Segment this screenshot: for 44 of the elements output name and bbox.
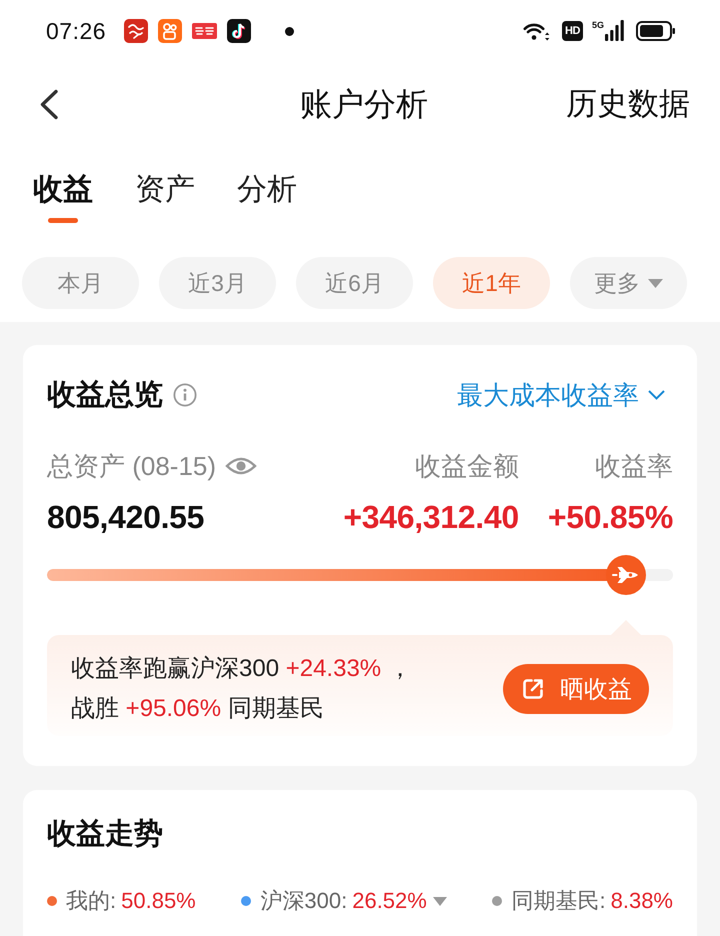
share-profit-button[interactable]: 晒收益 xyxy=(503,664,649,714)
legend-label: 同期基民: xyxy=(511,887,606,915)
period-chip[interactable]: 近3月 xyxy=(159,257,276,309)
stat-value: 805,420.55 xyxy=(47,498,206,536)
wifi-icon xyxy=(522,21,550,41)
metric-dropdown[interactable]: 最大成本收益率 xyxy=(457,378,665,412)
status-time: 07:26 xyxy=(46,18,106,44)
back-icon[interactable] xyxy=(38,88,59,120)
stat-label: 收益金额 xyxy=(414,451,519,481)
eye-icon[interactable] xyxy=(225,455,258,477)
card-title: 收益总览 xyxy=(47,378,163,413)
page-title: 账户分析 xyxy=(300,85,428,124)
signal-icon xyxy=(605,20,624,41)
app-icon xyxy=(158,19,182,43)
period-chip[interactable]: 近1年 xyxy=(433,257,550,309)
caret-down-icon[interactable] xyxy=(432,896,447,906)
stat-value: +50.85% xyxy=(548,498,673,536)
card-title: 收益走势 xyxy=(47,817,164,852)
tab[interactable]: 资产 xyxy=(135,172,195,223)
legend-value: 50.85% xyxy=(121,887,196,915)
hd-indicator: HD xyxy=(562,21,583,41)
notification-dot-icon xyxy=(285,26,294,36)
app-icon xyxy=(227,19,252,43)
tab[interactable]: 分析 xyxy=(237,172,297,223)
legend-value: 26.52% xyxy=(352,887,427,915)
stat-label: 收益率 xyxy=(595,451,673,481)
caret-down-icon[interactable] xyxy=(648,278,663,288)
stat-label: 总资产 (08-15) xyxy=(47,451,216,481)
legend-value: 8.38% xyxy=(610,887,673,915)
period-chip[interactable]: 近6月 xyxy=(296,257,413,309)
app-icon xyxy=(124,19,148,43)
legend-label: 我的: xyxy=(66,887,116,915)
tab[interactable]: 收益 xyxy=(33,172,93,223)
chevron-down-icon[interactable] xyxy=(648,390,665,400)
battery-icon xyxy=(636,21,676,41)
share-icon xyxy=(522,678,544,700)
period-chip[interactable]: 更多 xyxy=(570,257,687,309)
legend-label: 沪深300: xyxy=(260,887,348,915)
info-icon[interactable] xyxy=(173,383,197,407)
comparison-text: 收益率跑赢沪深300 +24.33% ， 战胜 +95.06% 同期基民 xyxy=(71,654,412,724)
network-type-label: 5G xyxy=(592,20,604,30)
history-data-link[interactable]: 历史数据 xyxy=(566,84,690,124)
period-chip[interactable]: 本月 xyxy=(22,257,139,309)
stat-value: +346,312.40 xyxy=(343,498,519,536)
